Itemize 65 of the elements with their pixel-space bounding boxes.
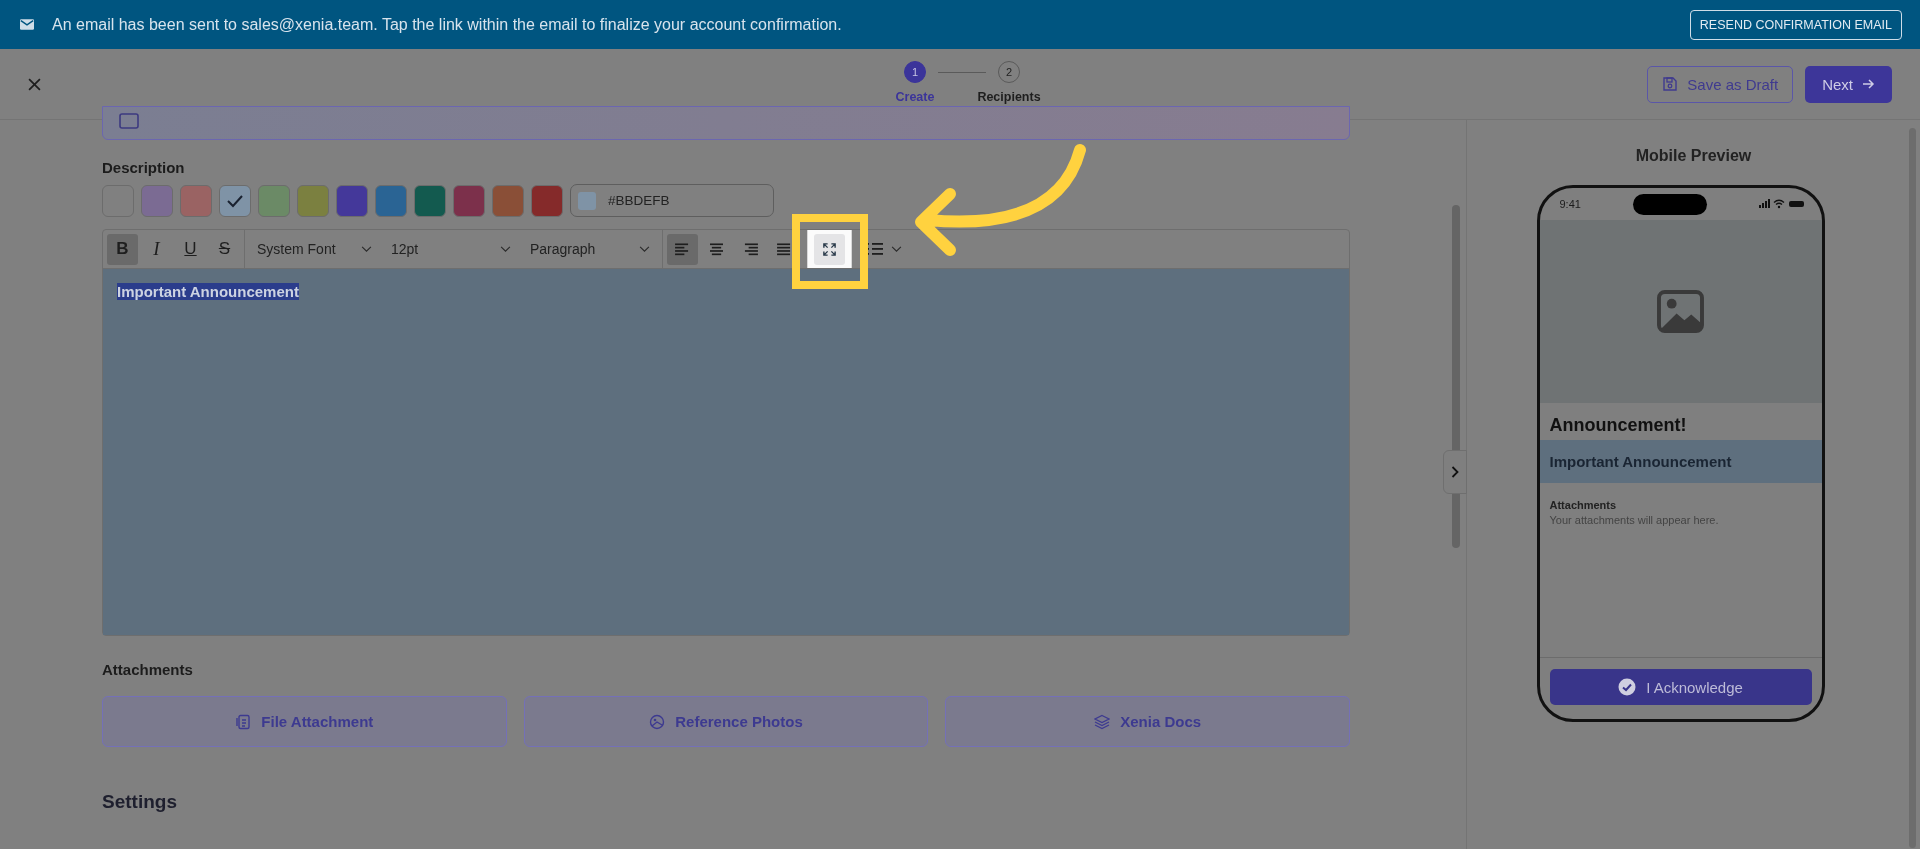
- color-swatch[interactable]: [414, 184, 446, 217]
- status-icons: [1759, 199, 1806, 209]
- editor-text: Important Announcement: [117, 283, 299, 300]
- save-icon: [1662, 76, 1679, 92]
- toolbar-dropdown[interactable]: System Font: [249, 233, 380, 265]
- caret-icon[interactable]: [891, 245, 902, 253]
- hex-color-field[interactable]: #BBDEFB: [570, 184, 774, 217]
- color-swatch[interactable]: [258, 184, 290, 217]
- toolbar-dropdown[interactable]: 12pt: [383, 233, 519, 265]
- align-icon: [742, 242, 759, 256]
- announcement-title: Announcement!: [1548, 414, 1688, 437]
- check-circle-icon: [1618, 678, 1637, 696]
- banner-message: An email has been sent to sales@xenia.team. Tap the link within the email to finalize your account confirmation.: [52, 15, 843, 34]
- step-label: Recipients: [977, 90, 1041, 104]
- step-number: 1: [904, 61, 926, 83]
- color-swatch[interactable]: [336, 184, 368, 217]
- file-icon: [235, 713, 252, 730]
- chevron-right-icon: [1451, 466, 1459, 478]
- format-button[interactable]: I: [141, 233, 172, 265]
- collapse-button[interactable]: [1443, 450, 1467, 494]
- expand-icon: [822, 241, 837, 257]
- color-swatch[interactable]: [219, 184, 251, 217]
- attachments-heading: Attachments: [1548, 498, 1618, 511]
- align-icon: [776, 242, 793, 256]
- preview-title: Mobile Preview: [1635, 147, 1752, 165]
- color-swatch[interactable]: [453, 184, 485, 217]
- attachments-hint: Your attachments will appear here.: [1548, 513, 1720, 526]
- caret-icon: [500, 245, 511, 253]
- toolbar-dropdown[interactable]: Paragraph: [522, 233, 658, 265]
- color-swatch[interactable]: [531, 184, 563, 217]
- format-button[interactable]: U: [175, 233, 206, 265]
- step-label: Create: [895, 90, 935, 104]
- image-icon: [1657, 290, 1704, 333]
- color-swatch[interactable]: [297, 184, 329, 217]
- color-swatch[interactable]: [180, 184, 212, 217]
- attachment-button[interactable]: Xenia Docs: [945, 696, 1350, 747]
- phone-time: 9:41: [1559, 198, 1581, 210]
- fullscreen-button[interactable]: [814, 233, 845, 265]
- attachments-label: Attachments: [102, 661, 194, 678]
- color-swatch[interactable]: [141, 184, 173, 217]
- format-button[interactable]: B: [107, 233, 138, 265]
- next-button[interactable]: Next: [1805, 65, 1892, 103]
- cover-card[interactable]: [102, 106, 1350, 140]
- close-icon[interactable]: [28, 77, 41, 91]
- attachment-button[interactable]: File Attachment: [102, 696, 507, 747]
- align-icon: [674, 242, 691, 256]
- list-icon: [866, 242, 883, 256]
- settings-heading: Settings: [102, 791, 178, 813]
- save-draft-button[interactable]: Save as Draft: [1647, 65, 1794, 103]
- description-label: Description: [102, 159, 186, 176]
- arrow-right-icon: [1861, 77, 1875, 91]
- layers-icon: [1094, 713, 1111, 730]
- color-swatch[interactable]: [375, 184, 407, 217]
- color-swatch[interactable]: [492, 184, 524, 217]
- attachment-button[interactable]: Reference Photos: [523, 696, 929, 747]
- caret-icon: [639, 245, 650, 253]
- photo-icon: [649, 713, 666, 730]
- caret-icon: [361, 245, 372, 253]
- text-editor[interactable]: Important Announcement: [103, 269, 1349, 635]
- format-button[interactable]: S: [209, 233, 240, 265]
- acknowledge-button[interactable]: I Acknowledge: [1549, 669, 1812, 705]
- align-icon: [708, 242, 725, 256]
- resend-button[interactable]: RESEND CONFIRMATION EMAIL: [1689, 9, 1902, 40]
- announcement-body: Important Announcement: [1539, 440, 1822, 483]
- mail-icon: [20, 19, 34, 30]
